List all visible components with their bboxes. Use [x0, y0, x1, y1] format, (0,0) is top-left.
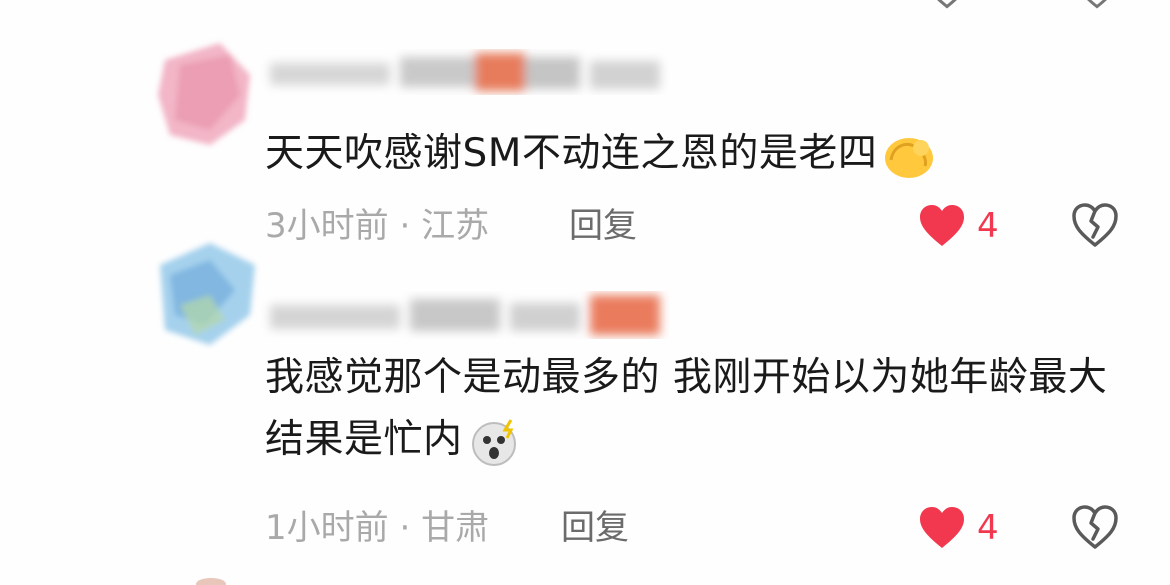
shocked-face-emoji-icon — [471, 418, 516, 466]
comment-meta-row: 1小时前 · 甘肃 回复 4 — [265, 503, 1170, 553]
like-count: 4 — [977, 206, 999, 246]
comment-meta-row: 3小时前 · 江苏 回复 4 — [265, 201, 1170, 251]
next-comment-avatar[interactable] — [196, 578, 226, 585]
comment-text-content: 我感觉那个是动最多的 我刚开始以为她年龄最大结果是忙内 — [265, 355, 1108, 462]
previous-comment-meta-row — [265, 0, 1170, 14]
meta-separator: · — [388, 508, 422, 548]
comment-text: 我感觉那个是动最多的 我刚开始以为她年龄最大结果是忙内 — [265, 347, 1145, 471]
timestamp-location: 3小时前 · 江苏 — [265, 201, 489, 251]
timestamp-location: 1小时前 · 甘肃 — [265, 503, 489, 553]
comment-list: 天天吹感谢SM不动连之恩的是老四 3小时前 · 江苏 回复 4 我感觉那个是动最… — [0, 0, 1170, 585]
broken-heart-icon — [1072, 203, 1118, 247]
reply-button[interactable]: 回复 — [561, 503, 629, 553]
meta-separator: · — [388, 206, 422, 246]
dislike-button[interactable] — [1070, 201, 1120, 251]
timestamp: 1小时前 — [265, 508, 389, 548]
broken-heart-icon — [1072, 505, 1118, 549]
broken-heart-icon[interactable] — [1075, 0, 1119, 10]
avatar[interactable] — [150, 235, 260, 350]
like-count: 4 — [977, 508, 999, 548]
dislike-button[interactable] — [1070, 503, 1120, 553]
timestamp: 3小时前 — [265, 206, 389, 246]
username-redacted[interactable] — [260, 43, 670, 103]
comment-text-content: 天天吹感谢SM不动连之恩的是老四 — [265, 131, 878, 176]
location: 江苏 — [421, 206, 490, 246]
location: 甘肃 — [421, 508, 490, 548]
flexed-biceps-emoji-icon — [885, 137, 934, 178]
comment-text: 天天吹感谢SM不动连之恩的是老四 — [265, 123, 937, 185]
heart-filled-icon — [920, 205, 964, 246]
heart-outline-icon[interactable] — [925, 0, 969, 10]
reply-button[interactable]: 回复 — [569, 201, 637, 251]
heart-filled-icon — [920, 507, 964, 548]
username-redacted[interactable] — [260, 287, 670, 347]
avatar[interactable] — [150, 35, 260, 150]
